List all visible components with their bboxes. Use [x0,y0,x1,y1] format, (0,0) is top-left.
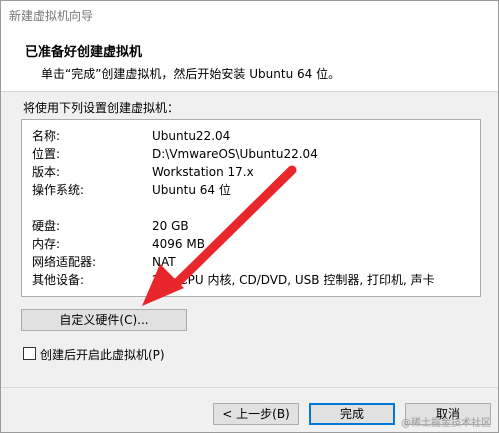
footer-divider [1,387,498,388]
power-on-option[interactable]: 创建后开启此虚拟机(P) [23,347,165,363]
summary-value: 2 个 CPU 内核, CD/DVD, USB 控制器, 打印机, 声卡 [152,273,435,287]
summary-value: Workstation 17.x [152,165,254,179]
summary-value: Ubuntu 64 位 [152,183,231,197]
summary-key: 硬盘: [32,219,61,233]
summary-value: Ubuntu22.04 [152,129,231,143]
summary-value: 20 GB [152,219,189,233]
summary-key: 内存: [32,237,61,251]
power-on-checkbox[interactable] [23,347,36,360]
summary-key: 版本: [32,165,61,179]
finish-button[interactable]: 完成 [309,403,395,425]
summary-key: 名称: [32,129,61,143]
summary-key: 其他设备: [32,273,85,287]
summary-value: NAT [152,255,176,269]
settings-summary[interactable]: 名称: Ubuntu22.04 位置: D:\VmwareOS\Ubuntu22… [21,119,481,297]
wizard-header: 已准备好创建虚拟机 单击“完成”创建虚拟机，然后开始安装 Ubuntu 64 位… [1,29,498,92]
watermark: @稀土掘金技术社区 [401,418,491,429]
title-bar[interactable]: 新建虚拟机向导 [1,1,498,29]
summary-value: 4096 MB [152,237,205,251]
summary-value: D:\VmwareOS\Ubuntu22.04 [152,147,318,161]
back-button[interactable]: < 上一步(B) [213,403,299,425]
summary-key: 位置: [32,147,61,161]
power-on-label[interactable]: 创建后开启此虚拟机(P) [40,348,165,362]
summary-key: 操作系统: [32,183,85,197]
page-title: 已准备好创建虚拟机 [25,45,143,60]
window-title: 新建虚拟机向导 [9,9,94,23]
customize-hardware-button[interactable]: 自定义硬件(C)... [21,309,187,331]
page-subtitle: 单击“完成”创建虚拟机，然后开始安装 Ubuntu 64 位。 [41,67,341,81]
summary-key: 网络适配器: [32,255,97,269]
summary-intro: 将使用下列设置创建虚拟机： [23,101,180,115]
wizard-window: 新建虚拟机向导 已准备好创建虚拟机 单击“完成”创建虚拟机，然后开始安装 Ubu… [0,0,499,433]
